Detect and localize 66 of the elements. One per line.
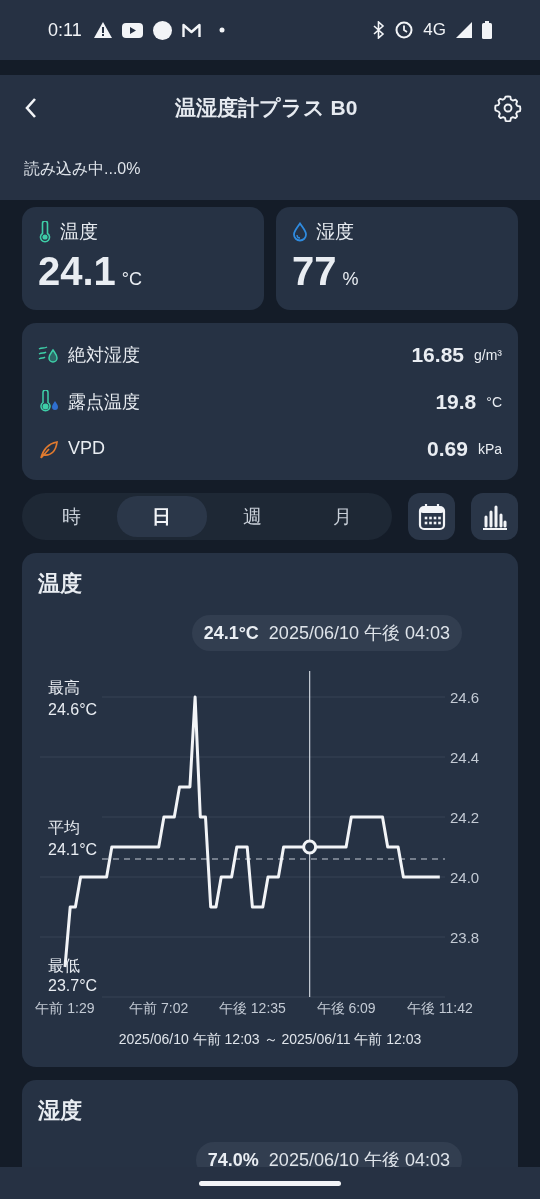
stat-label: 平均: [48, 819, 80, 836]
x-tick-label: 午前 1:29: [35, 1000, 95, 1016]
stat-value: 23.7°C: [48, 977, 98, 994]
stat-value: 24.6°C: [48, 701, 98, 718]
detail-value: 16.85: [411, 342, 464, 367]
network-type: 4G: [423, 20, 446, 40]
detail-unit: g/m³: [474, 346, 502, 363]
tooltip-value: 74.0%: [207, 1149, 259, 1171]
wind-drop-icon: [38, 343, 60, 366]
bluetooth-icon: [372, 21, 386, 39]
x-tick-label: 午前 7:02: [129, 1000, 189, 1016]
detail-unit: kPa: [477, 440, 502, 457]
reading-unit: %: [342, 269, 359, 290]
period-tab[interactable]: 時: [26, 496, 117, 537]
circle-icon: [152, 20, 172, 40]
detail-unit: °C: [486, 393, 502, 410]
bar-chart-icon: [481, 503, 508, 530]
water-drop-icon: [292, 222, 308, 242]
back-icon[interactable]: [24, 97, 38, 119]
detail-label: 絶対湿度: [68, 343, 141, 367]
reading-label: 湿度: [316, 220, 354, 244]
status-time: 0:11: [48, 19, 82, 41]
tooltip-time: 2025/06/10 午後 04:03: [268, 622, 450, 645]
cursor-marker[interactable]: [302, 839, 318, 855]
detail-label: VPD: [68, 438, 106, 459]
x-tick-label: 午後 11:42: [406, 1000, 473, 1016]
alarm-icon: [395, 21, 414, 39]
detail-label: 露点温度: [68, 390, 141, 414]
y-tick-label: 24.0: [450, 869, 480, 886]
x-tick-label: 午後 12:35: [218, 1000, 286, 1016]
x-tick-label: 午後 6:09: [316, 1000, 376, 1016]
y-tick-label: 24.2: [450, 809, 480, 826]
battery-icon: [482, 21, 492, 39]
period-tab[interactable]: 日: [116, 496, 207, 537]
calendar-button[interactable]: [408, 493, 455, 540]
loading-status: 読み込み中...0%: [24, 159, 141, 179]
warning-icon: [93, 22, 112, 38]
stat-value: 24.1°C: [48, 841, 98, 858]
period-tab[interactable]: 月: [297, 496, 388, 537]
reading-value: 77: [292, 249, 337, 294]
tooltip-value: 24.1°C: [203, 622, 259, 644]
reading-unit: °C: [121, 269, 143, 290]
mail-icon: [181, 22, 201, 38]
calendar-icon: [417, 502, 446, 531]
date-range: 2025/06/10 午前 12:03 ～ 2025/06/11 午前 12:03: [118, 1031, 422, 1049]
y-tick-label: 24.6: [450, 689, 480, 706]
play-icon: [121, 22, 143, 38]
page-title: 温湿度計プラス B0: [174, 95, 358, 121]
reading-value: 24.1: [38, 249, 116, 294]
home-handle[interactable]: [199, 1180, 341, 1186]
y-tick-label: 23.8: [450, 929, 480, 946]
dot-icon: [218, 27, 225, 33]
y-tick-label: 24.4: [450, 749, 480, 766]
signal-icon: [456, 22, 472, 38]
chart-title: 湿度: [38, 1097, 82, 1125]
stat-label: 最高: [48, 679, 80, 696]
settings-icon[interactable]: [494, 94, 522, 122]
thermometer-drop-icon: [38, 389, 60, 414]
chart-button[interactable]: [471, 493, 518, 540]
detail-value: 19.8: [435, 389, 477, 414]
period-tab[interactable]: 週: [207, 496, 298, 537]
chart-title: 温度: [38, 570, 82, 598]
reading-label: 温度: [60, 220, 98, 244]
stat-label: 最低: [48, 957, 80, 974]
thermometer-icon: [38, 221, 52, 243]
detail-value: 0.69: [427, 436, 468, 461]
